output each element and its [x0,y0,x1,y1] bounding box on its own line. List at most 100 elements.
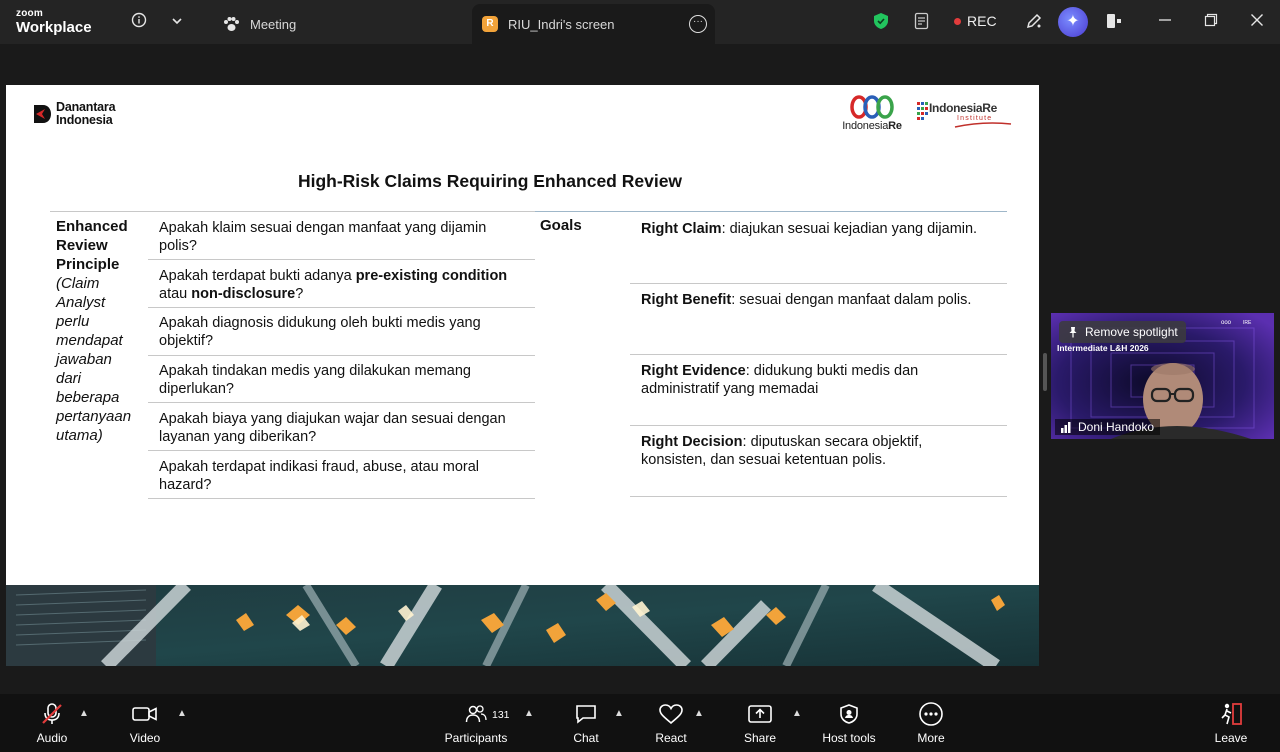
recording-indicator[interactable]: REC [954,13,997,29]
institute-swoosh-icon [954,122,1012,128]
institute-grid-icon [917,102,928,120]
more-dots-icon [910,700,952,728]
ai-companion-icon[interactable]: ✦ [1058,7,1088,37]
question-line: Apakah tindakan medis yang dilakukan mem… [159,363,471,379]
react-caret-icon[interactable]: ▲ [694,708,704,719]
goal-title: Right Benefit [641,292,732,308]
goal-text: : diajukan sesuai kejadian yang dijamin. [721,221,978,237]
audio-label: Audio [36,731,68,745]
side-panel-icon[interactable] [1104,12,1124,32]
institute-sub: Institute [957,115,993,122]
tab-meeting[interactable]: Meeting [218,4,458,44]
question-line: objektif? [159,333,214,349]
video-button[interactable]: Video [122,700,168,745]
table-top-rule [50,211,535,212]
logo-small-text: zoom [16,8,43,19]
audio-options-caret-icon[interactable]: ▲ [79,708,89,719]
participants-count: 131 [492,709,510,721]
remove-spotlight-button[interactable]: Remove spotlight [1059,321,1186,343]
video-label: Video [129,731,161,745]
chevron-down-icon[interactable] [167,12,187,32]
danantara-mark-icon [34,105,51,123]
share-button[interactable]: Share [738,700,782,745]
question-line: hazard? [159,477,212,493]
signal-bars-icon [1061,421,1071,433]
principle-italic-line: utama) [56,427,103,444]
goal-divider [630,425,1007,426]
audio-button[interactable]: Audio [30,700,74,745]
info-icon[interactable] [129,12,149,32]
participants-caret-icon[interactable]: ▲ [524,708,534,719]
react-button[interactable]: React [650,700,692,745]
svg-text:IRE: IRE [1243,320,1252,326]
participants-label: Participants [444,731,508,745]
title-bar: zoom Workplace Meeting R RIU_Indri's scr… [0,0,1280,44]
principle-italic-line: pertanyaan [56,408,132,425]
question-divider [148,498,535,499]
danantara-line2: Indonesia [56,113,113,127]
question-text: Apakah terdapat bukti adanya [159,268,356,284]
goal-item: Right Evidence: didukung bukti medis dan… [641,362,1011,398]
indonesia-re-rings-icon [850,95,894,119]
tab-shared-screen[interactable]: R RIU_Indri's screen ··· [472,4,715,44]
leave-button[interactable]: Leave [1210,700,1252,745]
remove-spotlight-label: Remove spotlight [1085,325,1178,339]
rec-dot [954,17,961,25]
principle-italic-line: beberapa [56,389,120,406]
principle-bold-line: Enhanced [56,218,128,235]
principle-italic-line: perlu [56,313,90,330]
goal-text: : diputuskan secara objektif, [742,434,923,450]
share-label: Share [743,731,777,745]
host-tools-button[interactable]: Host tools [816,700,882,745]
video-camera-icon [122,700,168,728]
principle-italic-line: Analyst [56,294,106,311]
goals-top-rule [535,211,1007,212]
host-tools-label: Host tools [822,731,876,745]
participants-button[interactable]: Participants [440,700,512,745]
pin-icon [1067,326,1079,338]
question-divider [148,307,535,308]
ire-suffix: Re [888,120,902,132]
share-screen-icon [738,700,782,728]
question-divider [148,259,535,260]
question-line: Apakah klaim sesuai dengan manfaat yang … [159,220,487,236]
annotate-icon[interactable] [1024,12,1044,32]
notes-icon[interactable] [912,12,932,32]
principle-italic-line: (Claim [56,275,100,292]
question-emphasis: non-disclosure [191,286,296,302]
share-caret-icon[interactable]: ▲ [792,708,802,719]
spotlight-video-tile[interactable]: ooo IRE Remove spotlight Intermediate L&… [1051,313,1274,439]
participant-name-tag: Doni Handoko [1055,419,1161,435]
goal-text: : sesuai dengan manfaat dalam polis. [731,292,972,308]
chat-caret-icon[interactable]: ▲ [614,708,624,719]
goal-item: Right Decision: diputuskan secara objekt… [641,433,1011,469]
goal-item: Right Claim: diajukan sesuai kejadian ya… [641,220,1011,238]
question-line: Apakah biaya yang diajukan wajar dan ses… [159,411,506,427]
restore-icon[interactable] [1201,12,1221,32]
principle-italic-line: mendapat [56,332,123,349]
ire-prefix: Indonesia [842,120,889,132]
shield-icon[interactable] [871,12,891,32]
host-shield-icon [816,700,882,728]
goals-label: Goals [540,217,582,234]
shared-screen-slide: Danantara Indonesia IndonesiaRe Indonesi… [6,85,1039,666]
question-line: Apakah diagnosis didukung oleh bukti med… [159,315,481,331]
more-label: More [917,731,945,745]
chat-label: Chat [573,731,599,745]
tab-meeting-label: Meeting [250,16,297,32]
more-icon[interactable]: ··· [689,15,707,33]
video-options-caret-icon[interactable]: ▲ [177,708,187,719]
goal-title: Right Claim [641,221,722,237]
minimize-icon[interactable] [1155,12,1175,32]
panel-resize-handle[interactable] [1043,353,1047,391]
close-icon[interactable] [1247,12,1267,32]
zoom-logo: zoom Workplace [16,8,92,36]
chat-button[interactable]: Chat [566,700,606,745]
more-button[interactable]: More [910,700,952,745]
leave-label: Leave [1214,731,1248,745]
question-divider [148,450,535,451]
question-divider [148,355,535,356]
tab-screen-label: RIU_Indri's screen [508,16,615,32]
goal-divider [630,496,1007,497]
review-question: Apakah diagnosis didukung oleh bukti med… [159,314,539,350]
